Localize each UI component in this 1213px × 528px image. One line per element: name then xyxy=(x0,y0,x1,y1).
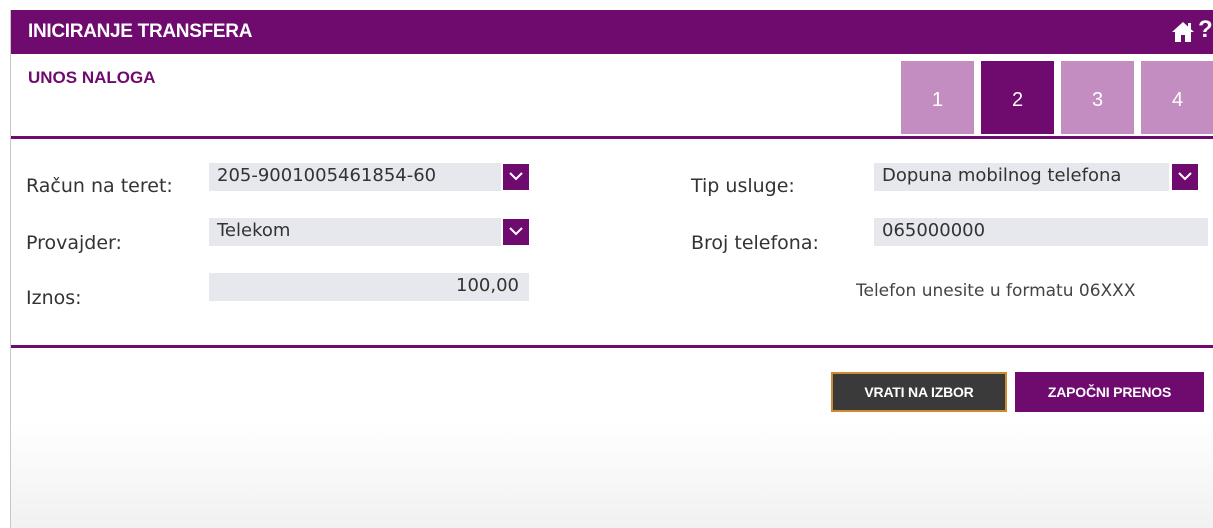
phone-format-hint: Telefon unesite u formatu 06XXX xyxy=(856,281,1136,301)
phone-label: Broj telefona: xyxy=(691,232,819,254)
step-number: 1 xyxy=(931,89,944,111)
help-icon[interactable]: ? xyxy=(1198,16,1213,44)
account-select[interactable]: 205-9001005461854-60 xyxy=(209,163,501,191)
panel-header: INICIRANJE TRANSFERA ? xyxy=(11,10,1213,54)
step-3: 3 xyxy=(1061,61,1134,134)
chevron-down-icon xyxy=(1178,172,1192,181)
step-number: 3 xyxy=(1091,89,1104,111)
phone-input[interactable]: 065000000 xyxy=(874,218,1208,246)
account-value: 205-9001005461854-60 xyxy=(217,165,437,186)
home-icon[interactable] xyxy=(1171,20,1195,44)
account-dropdown-button[interactable] xyxy=(503,164,529,190)
page-title: INICIRANJE TRANSFERA xyxy=(28,21,253,42)
service-type-value: Dopuna mobilnog telefona xyxy=(882,165,1122,186)
step-1: 1 xyxy=(901,61,974,134)
step-number: 2 xyxy=(1011,89,1024,111)
start-transfer-button[interactable]: ZAPOČNI PRENOS xyxy=(1015,372,1204,412)
back-to-selection-button[interactable]: VRATI NA IZBOR xyxy=(831,372,1007,412)
service-type-label: Tip usluge: xyxy=(691,175,795,197)
step-2: 2 xyxy=(981,61,1054,134)
chevron-down-icon xyxy=(509,227,523,236)
phone-value: 065000000 xyxy=(882,220,986,241)
provider-value: Telekom xyxy=(217,220,291,241)
chevron-down-icon xyxy=(509,172,523,181)
provider-dropdown-button[interactable] xyxy=(503,219,529,245)
provider-select[interactable]: Telekom xyxy=(209,218,501,246)
service-type-select[interactable]: Dopuna mobilnog telefona xyxy=(874,163,1169,191)
divider xyxy=(11,136,1213,139)
transfer-panel: INICIRANJE TRANSFERA ? UNOS NALOGA 1 2 3… xyxy=(10,10,1213,528)
amount-value: 100,00 xyxy=(456,275,519,296)
amount-input[interactable]: 100,00 xyxy=(209,273,529,301)
divider xyxy=(11,345,1213,348)
service-type-dropdown-button[interactable] xyxy=(1172,164,1198,190)
step-number: 4 xyxy=(1171,89,1184,111)
provider-label: Provajder: xyxy=(26,232,122,254)
step-4: 4 xyxy=(1141,61,1213,134)
amount-label: Iznos: xyxy=(26,287,82,309)
account-label: Račun na teret: xyxy=(26,175,173,197)
section-title: UNOS NALOGA xyxy=(28,68,156,87)
